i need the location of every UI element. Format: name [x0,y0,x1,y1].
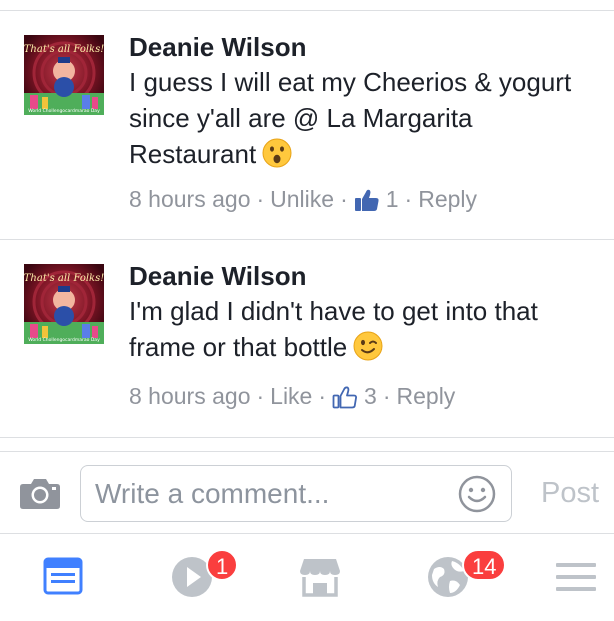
avatar-caption: World Chollengocardmarao Day [28,337,100,343]
timestamp: 8 hours ago [129,186,251,212]
avatar-caption: World Chollengocardmarao Day [28,108,100,114]
separator-dot: · [404,186,413,212]
comment-input-box[interactable] [80,465,512,522]
comment-input[interactable] [95,474,435,514]
astonished-face-icon [262,138,292,168]
comment-text-container: I'm glad I didn't have to get into that … [129,293,604,365]
comment-text: I'm glad I didn't have to get into that … [129,296,538,362]
comment-text-container: I guess I will eat my Cheerios & yogurt … [129,64,604,172]
tab-notifications[interactable]: 14 [426,549,507,599]
separator-dot: · [318,383,327,409]
tab-marketplace[interactable] [298,555,342,599]
smiley-icon[interactable] [457,474,497,514]
post-button[interactable]: Post [541,477,599,510]
comment-divider [0,239,614,240]
reply-button[interactable]: Reply [418,186,477,213]
unlike-button[interactable]: Unlike [270,186,334,213]
video-badge: 1 [206,549,239,581]
menu-icon [556,563,596,591]
reaction-count[interactable]: 1 [386,186,399,213]
thumbs-up-icon[interactable] [354,188,380,212]
notifications-badge: 14 [462,549,507,581]
reaction-count[interactable]: 3 [364,383,377,410]
marketplace-icon [300,559,340,597]
comment-author[interactable]: Deanie Wilson [129,261,306,292]
tab-video[interactable]: 1 [170,549,239,599]
top-divider [0,10,614,11]
camera-icon[interactable] [19,476,61,510]
separator-dot: · [382,383,391,409]
comment-divider [0,437,614,438]
comment-composer: Post [0,451,614,534]
separator-dot: · [256,383,265,409]
separator-dot: · [340,186,348,212]
avatar[interactable]: That's all Folks! World Chollengocardmar… [24,264,104,344]
comment-text: I guess I will eat my Cheerios & yogurt … [129,67,572,169]
avatar-text: That's all Folks! [24,44,104,55]
reply-button[interactable]: Reply [397,383,456,410]
comment-meta: 8 hours ago · Unlike · 1 · Reply [129,186,477,213]
news-feed-icon [43,557,83,595]
like-button[interactable]: Like [270,383,312,410]
winking-face-icon [353,331,383,361]
avatar-text: That's all Folks! [24,273,104,284]
avatar[interactable]: That's all Folks! World Chollengocardmar… [24,35,104,115]
timestamp: 8 hours ago [129,383,251,409]
comment-meta: 8 hours ago · Like · 3 · Reply [129,383,455,410]
bottom-tab-bar: 1 14 [0,535,614,621]
thumbs-up-icon[interactable] [332,385,358,409]
separator-dot: · [256,186,265,212]
tab-menu[interactable] [554,555,598,599]
comment-author[interactable]: Deanie Wilson [129,32,306,63]
tab-news-feed[interactable] [42,555,86,599]
